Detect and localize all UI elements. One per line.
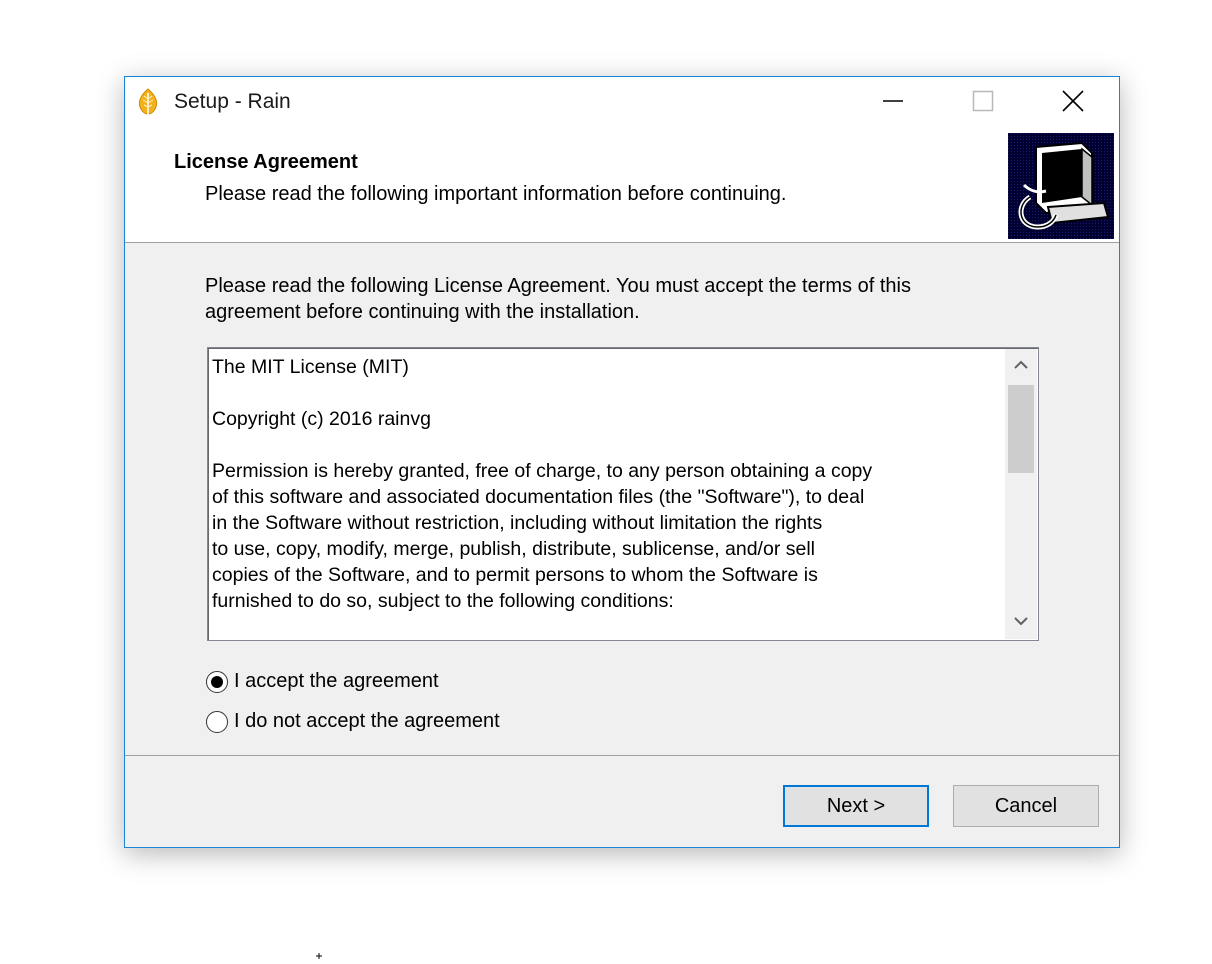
title-bar: Setup - Rain [125, 77, 1119, 129]
accept-agreement-option[interactable]: I accept the agreement [206, 670, 439, 693]
computer-install-icon [1008, 133, 1114, 239]
chevron-up-icon [1013, 357, 1029, 375]
license-intro: Please read the following License Agreem… [205, 275, 911, 323]
license-text-box[interactable]: The MIT License (MIT) Copyright (c) 2016… [207, 347, 1039, 641]
maximize-icon [972, 90, 994, 117]
accept-radio[interactable] [206, 670, 228, 693]
decline-label[interactable]: I do not accept the agreement [234, 710, 500, 733]
license-scrollbar[interactable] [1005, 349, 1037, 639]
setup-window: Setup - Rain License Agreement Please re… [124, 76, 1120, 848]
leaf-icon [135, 87, 161, 119]
chevron-down-icon [1013, 613, 1029, 631]
decline-radio[interactable] [206, 710, 228, 733]
window-title: Setup - Rain [174, 90, 291, 113]
minimize-icon [882, 90, 904, 117]
close-icon [1061, 89, 1085, 118]
cancel-button[interactable]: Cancel [953, 785, 1099, 827]
scroll-down-button[interactable] [1005, 605, 1037, 639]
license-text: The MIT License (MIT) Copyright (c) 2016… [212, 356, 873, 612]
scroll-thumb[interactable] [1008, 385, 1034, 473]
footer-divider [125, 755, 1119, 756]
decline-agreement-option[interactable]: I do not accept the agreement [206, 710, 500, 733]
maximize-button[interactable] [937, 77, 1029, 129]
scroll-up-button[interactable] [1005, 349, 1037, 383]
wizard-header: License Agreement Please read the follow… [125, 129, 1119, 243]
page-subtitle: Please read the following important info… [205, 183, 787, 205]
minimize-button[interactable] [847, 77, 939, 129]
accept-label[interactable]: I accept the agreement [234, 670, 439, 693]
close-button[interactable] [1027, 77, 1119, 129]
page-title: License Agreement [174, 151, 358, 173]
radio-selected-dot [211, 675, 223, 688]
mouse-cursor-icon [316, 946, 322, 959]
next-button[interactable]: Next > [783, 785, 929, 827]
